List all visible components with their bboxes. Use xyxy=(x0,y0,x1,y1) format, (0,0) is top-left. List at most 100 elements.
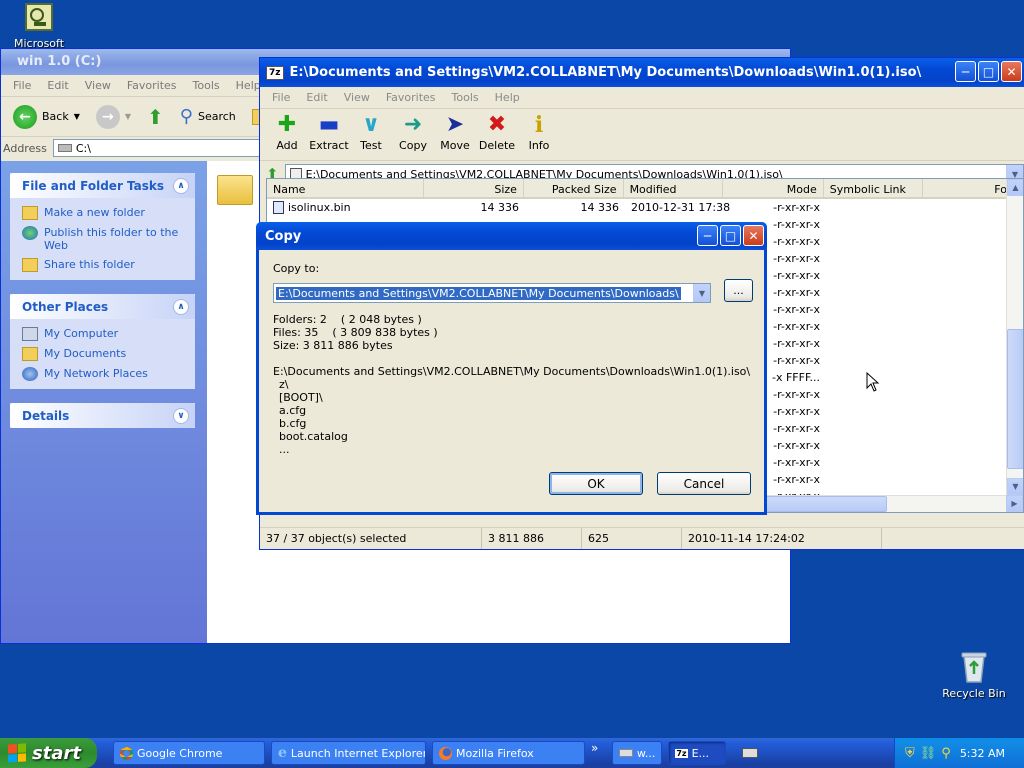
clock[interactable]: 5:32 AM xyxy=(960,747,1005,760)
extract-button[interactable]: ▬ Extract xyxy=(308,113,350,153)
scroll-right-button[interactable]: ▶ xyxy=(1006,495,1023,512)
taskbar-button-chrome[interactable]: Google Chrome xyxy=(113,741,265,765)
info-button[interactable]: i Info xyxy=(518,113,560,152)
menu-favorites[interactable]: Favorites xyxy=(119,77,185,94)
taskbar-button-firefox[interactable]: Mozilla Firefox xyxy=(432,741,585,765)
table-row[interactable]: isolinux.bin 14 336 14 336 2010-12-31 17… xyxy=(267,199,1023,216)
vertical-scrollbar[interactable]: ▲ ▼ xyxy=(1006,179,1023,495)
file-folder-tasks-header[interactable]: File and Folder Tasks ∧ xyxy=(10,173,195,198)
publish-folder-link[interactable]: Publish this folder to the Web xyxy=(22,226,187,252)
ok-button[interactable]: OK xyxy=(549,472,643,495)
computer-icon xyxy=(22,327,38,341)
copy-arrow-icon: ➜ xyxy=(403,112,423,137)
extract-label: Extract xyxy=(309,139,349,152)
details-header[interactable]: Details ∨ xyxy=(10,403,195,428)
desktop-icon-recycle-bin[interactable]: Recycle Bin xyxy=(934,650,1014,700)
minimize-button[interactable]: ─ xyxy=(697,225,718,246)
copy-dialog-title-bar[interactable]: Copy xyxy=(256,222,767,250)
other-places-panel: Other Places ∧ My Computer My Documents … xyxy=(10,294,195,389)
chevron-down-icon[interactable]: ▼ xyxy=(74,112,80,121)
maximize-button[interactable]: □ xyxy=(720,225,741,246)
keyboard-icon[interactable] xyxy=(742,748,759,758)
collapse-chevron-icon[interactable]: ∧ xyxy=(173,177,189,194)
chrome-icon xyxy=(120,746,133,760)
forward-button[interactable]: → ▼ xyxy=(88,104,139,129)
up-folder-button[interactable]: ⬆ xyxy=(139,105,172,129)
search-icon[interactable]: ⚲ xyxy=(941,746,951,761)
menu-view[interactable]: View xyxy=(77,77,119,94)
7zip-title-bar[interactable]: 7z E:\Documents and Settings\VM2.COLLABN… xyxy=(260,58,1024,87)
up-folder-icon: ⬆ xyxy=(147,104,164,129)
menu-favorites[interactable]: Favorites xyxy=(378,89,444,106)
menu-file[interactable]: File xyxy=(5,77,39,94)
scroll-thumb[interactable] xyxy=(1007,329,1023,469)
scroll-down-button[interactable]: ▼ xyxy=(1007,478,1023,495)
taskbar-overflow-chevron-icon[interactable]: » xyxy=(591,741,598,755)
search-label: Search xyxy=(197,110,236,123)
minimize-icon: ─ xyxy=(961,64,970,79)
folder-icon[interactable] xyxy=(217,175,253,205)
modified-status: 2010-11-14 17:24:02 xyxy=(682,528,882,549)
packed-size-cell: 14 336 xyxy=(580,201,620,214)
other-places-header[interactable]: Other Places ∧ xyxy=(10,294,195,319)
taskbar-button-internet-explorer[interactable]: e Launch Internet Explorer... xyxy=(271,741,426,765)
cancel-button[interactable]: Cancel xyxy=(657,472,751,495)
start-button[interactable]: start xyxy=(0,738,97,768)
back-button[interactable]: ← Back ▼ xyxy=(5,104,88,129)
close-button[interactable]: ✕ xyxy=(1001,61,1022,82)
share-folder-link[interactable]: Share this folder xyxy=(22,258,187,272)
minimize-button[interactable]: ─ xyxy=(955,61,976,82)
my-documents-link[interactable]: My Documents xyxy=(22,347,187,361)
delete-x-icon: ✖ xyxy=(487,112,507,137)
security-shield-icon[interactable]: ⛨ xyxy=(905,746,915,761)
menu-file[interactable]: File xyxy=(264,89,298,106)
move-button[interactable]: ➤ Move xyxy=(434,113,476,153)
browse-button[interactable]: ... xyxy=(724,279,753,302)
copy-button[interactable]: ➜ Copy xyxy=(392,112,434,153)
menu-view[interactable]: View xyxy=(336,89,378,106)
menu-edit[interactable]: Edit xyxy=(39,77,76,94)
info-label: Info xyxy=(528,139,550,152)
file-icon xyxy=(273,201,284,214)
source-path: E:\Documents and Settings\VM2.COLLABNET\… xyxy=(273,365,751,378)
column-name[interactable]: Name xyxy=(267,179,425,197)
chevron-down-icon[interactable]: ▼ xyxy=(693,284,710,302)
network-icon[interactable]: ⛓ xyxy=(920,746,937,761)
column-packed-size[interactable]: Packed Size xyxy=(524,179,624,197)
make-new-folder-link[interactable]: Make a new folder xyxy=(22,206,187,220)
taskbar-button-7zip[interactable]: 7z E... xyxy=(668,741,727,765)
column-size[interactable]: Size xyxy=(424,179,524,197)
search-button[interactable]: ⚲ Search xyxy=(172,106,244,127)
my-computer-link[interactable]: My Computer xyxy=(22,327,187,341)
desktop-icon-microsoft[interactable]: Microsoft xyxy=(0,3,79,50)
expand-chevron-icon[interactable]: ∨ xyxy=(173,407,189,424)
7zip-app-icon: 7z xyxy=(266,65,284,80)
chevron-down-icon[interactable]: ▼ xyxy=(125,112,131,121)
start-label: start xyxy=(32,742,81,764)
close-button[interactable]: ✕ xyxy=(743,225,764,246)
column-symbolic-link[interactable]: Symbolic Link xyxy=(824,179,924,197)
explorer-task-pane: File and Folder Tasks ∧ Make a new folde… xyxy=(1,161,207,643)
delete-button[interactable]: ✖ Delete xyxy=(476,112,518,153)
taskbar-button-explorer[interactable]: w... xyxy=(612,741,663,765)
new-folder-icon xyxy=(22,206,38,220)
menu-edit[interactable]: Edit xyxy=(298,89,335,106)
collapse-chevron-icon[interactable]: ∧ xyxy=(173,298,189,315)
test-button[interactable]: ∨ Test xyxy=(350,113,392,153)
mouse-cursor-icon xyxy=(866,372,880,392)
address-value: C:\ xyxy=(75,141,91,155)
menu-tools[interactable]: Tools xyxy=(185,77,228,94)
my-network-places-link[interactable]: My Network Places xyxy=(22,367,187,381)
column-modified[interactable]: Modified xyxy=(624,179,724,197)
maximize-button[interactable]: □ xyxy=(978,61,999,82)
column-mode[interactable]: Mode xyxy=(723,179,824,197)
drive-icon xyxy=(57,144,72,152)
mode-cell: -r-xr-xr-x xyxy=(773,201,820,214)
menu-help[interactable]: Help xyxy=(487,89,528,106)
destination-combobox[interactable]: E:\Documents and Settings\VM2.COLLABNET\… xyxy=(273,283,711,303)
menu-tools[interactable]: Tools xyxy=(444,89,487,106)
file-folder-tasks-panel: File and Folder Tasks ∧ Make a new folde… xyxy=(10,173,195,280)
details-panel: Details ∨ xyxy=(10,403,195,428)
add-button[interactable]: ✚ Add xyxy=(266,113,308,153)
scroll-up-button[interactable]: ▲ xyxy=(1007,179,1023,196)
